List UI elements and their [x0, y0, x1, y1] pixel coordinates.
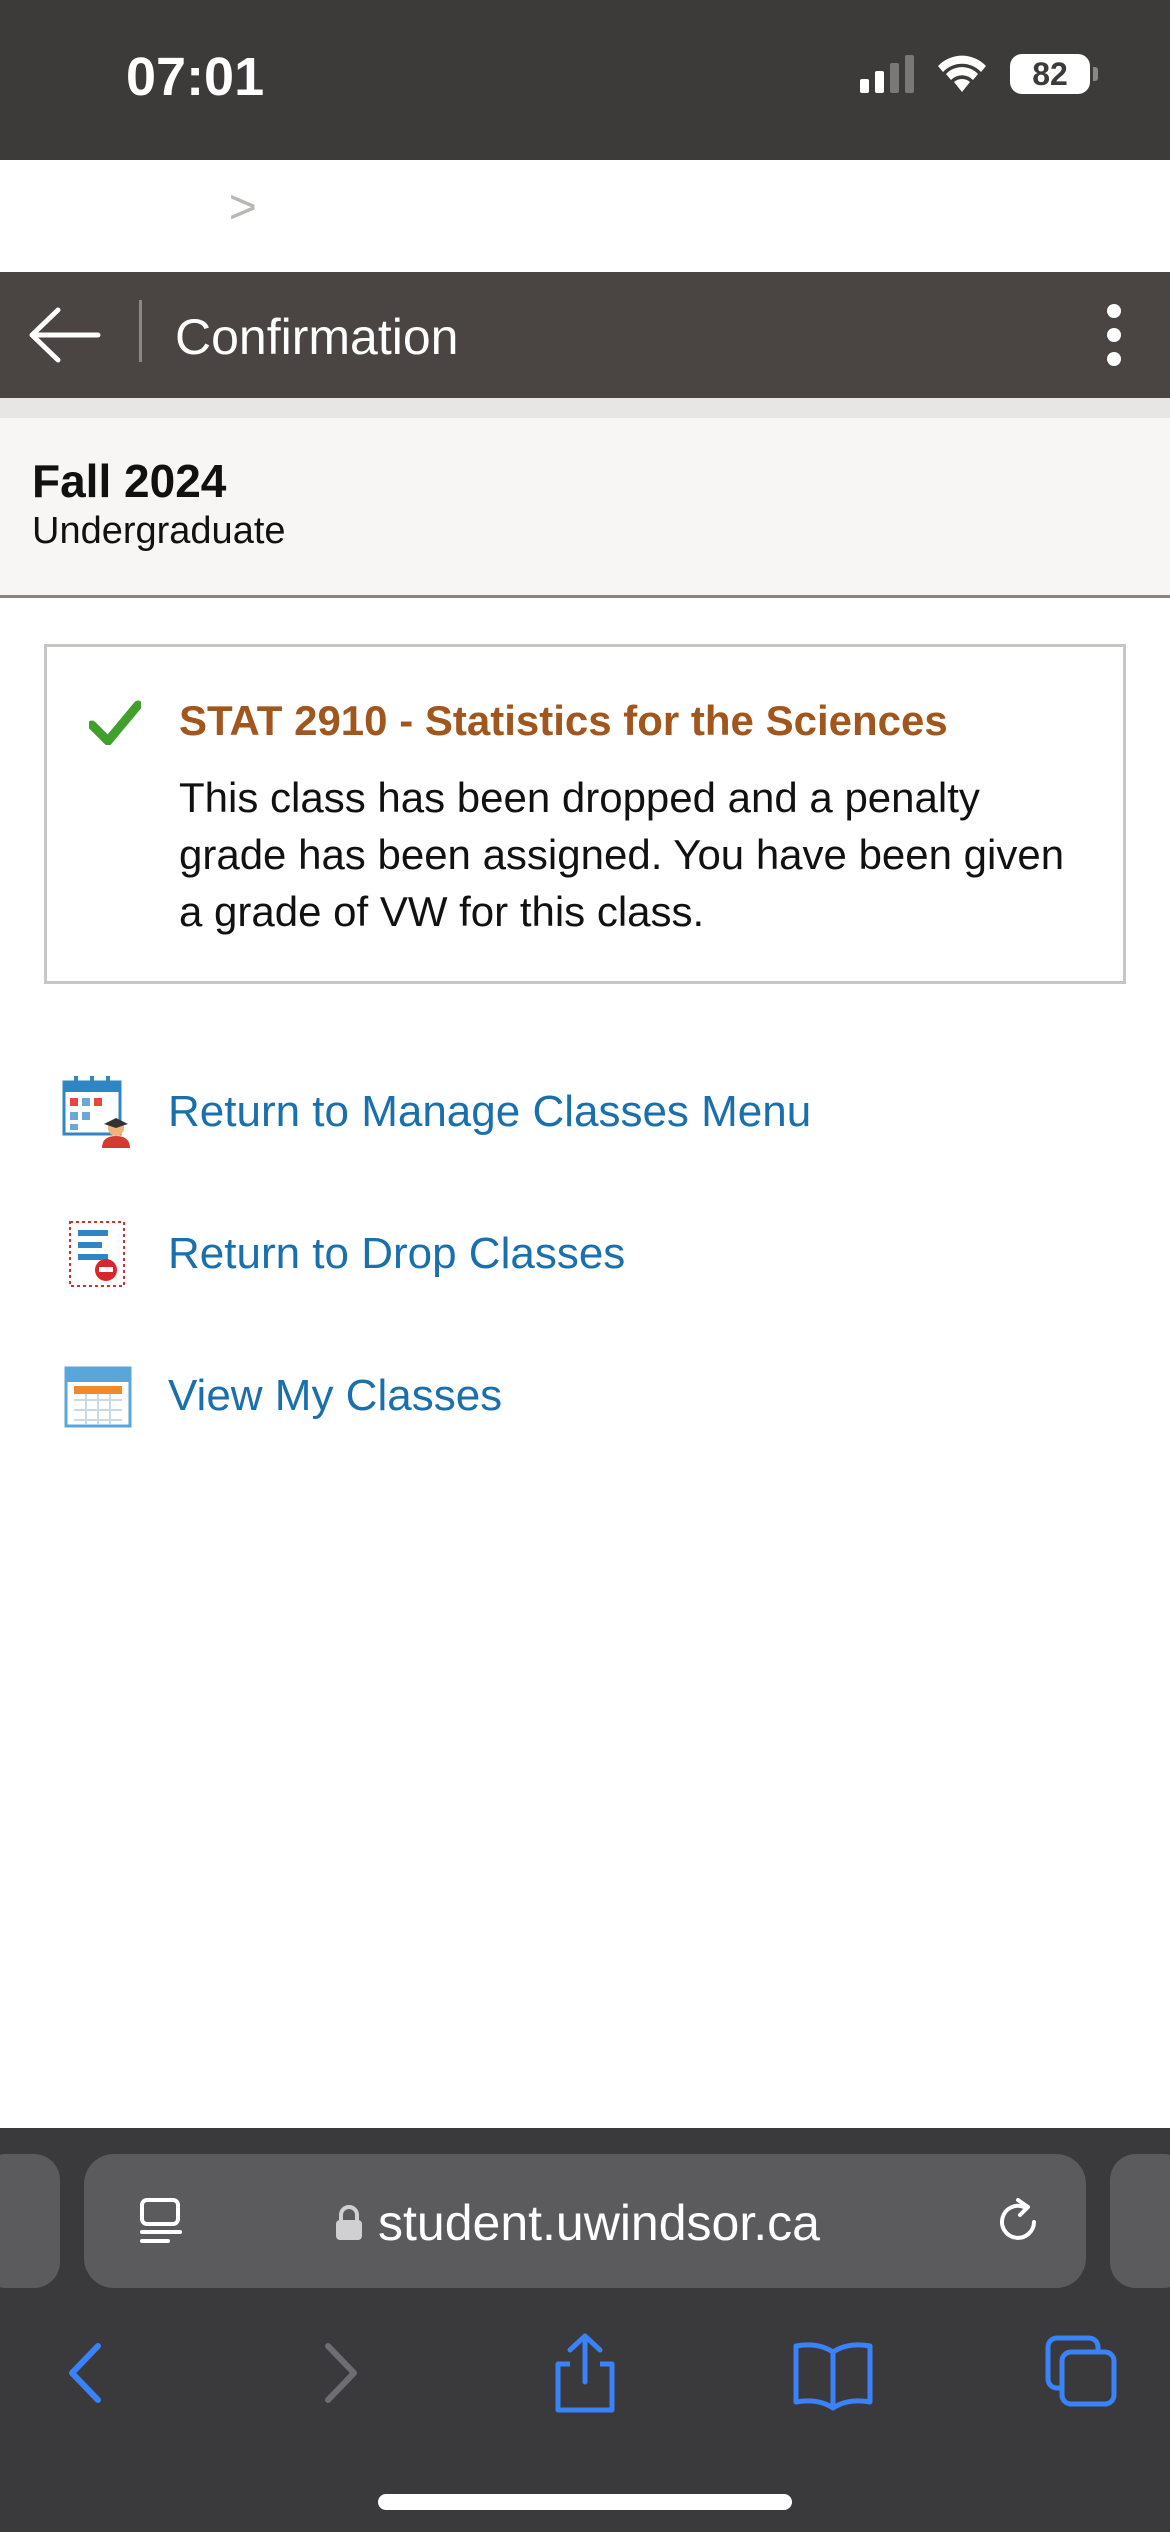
lock-icon [336, 2205, 362, 2240]
drop-classes-link[interactable]: Return to Drop Classes [60, 1216, 625, 1292]
cellular-signal-icon [860, 55, 914, 93]
browser-bottom-bar: student.uwindsor.ca [0, 2128, 1170, 2532]
back-icon[interactable] [42, 2328, 132, 2418]
term-divider [0, 398, 1170, 418]
browser-toolbar [0, 2318, 1170, 2428]
term-header: Fall 2024 Undergraduate [0, 418, 1170, 598]
page-title: Confirmation [175, 309, 459, 365]
course-title: STAT 2910 - Statistics for the Sciences [179, 697, 948, 744]
wifi-icon [938, 55, 986, 92]
status-time: 07:01 [126, 47, 265, 107]
drop-classes-icon [69, 1221, 125, 1287]
calendar-icon [64, 1366, 132, 1428]
page-menu-icon[interactable] [134, 2194, 188, 2248]
previous-tab-preview[interactable] [0, 2154, 60, 2288]
manage-classes-link[interactable]: Return to Manage Classes Menu [60, 1074, 811, 1150]
status-icons: 82 [860, 54, 1098, 94]
home-indicator [378, 2494, 792, 2510]
drop-classes-link-label: Return to Drop Classes [168, 1229, 626, 1278]
status-bar: 07:01 82 [0, 0, 1170, 160]
next-tab-preview[interactable] [1110, 2154, 1170, 2288]
share-icon[interactable] [540, 2328, 630, 2418]
manage-classes-link-label: Return to Manage Classes Menu [168, 1087, 812, 1136]
header-divider [139, 300, 142, 362]
back-arrow-icon[interactable] [26, 302, 102, 368]
url-text: student.uwindsor.ca [378, 2195, 820, 2251]
message-body: This class has been dropped and a penalt… [179, 774, 1065, 935]
view-my-classes-link-label: View My Classes [168, 1371, 503, 1420]
term-title: Fall 2024 [32, 455, 227, 507]
view-my-classes-link[interactable]: View My Classes [60, 1358, 502, 1434]
address-bar[interactable]: student.uwindsor.ca [84, 2154, 1086, 2288]
back-to-app-link[interactable]: School > [48, 178, 257, 236]
url-display: student.uwindsor.ca [334, 2194, 820, 2252]
forward-icon[interactable] [294, 2328, 384, 2418]
chevron-right-icon: > [228, 180, 257, 234]
bookmarks-icon[interactable] [788, 2328, 878, 2418]
app-header: Confirmation [0, 272, 1170, 398]
back-app-label: School [48, 179, 215, 235]
reload-icon[interactable] [990, 2194, 1046, 2250]
battery-indicator: 82 [1010, 54, 1098, 94]
more-options-icon[interactable] [1102, 300, 1126, 370]
term-career: Undergraduate [32, 510, 286, 552]
manage-classes-icon [62, 1076, 130, 1148]
confirmation-message: STAT 2910 - Statistics for the Sciences … [44, 644, 1126, 984]
success-check-icon [89, 700, 141, 745]
tabs-icon[interactable] [1036, 2328, 1126, 2418]
